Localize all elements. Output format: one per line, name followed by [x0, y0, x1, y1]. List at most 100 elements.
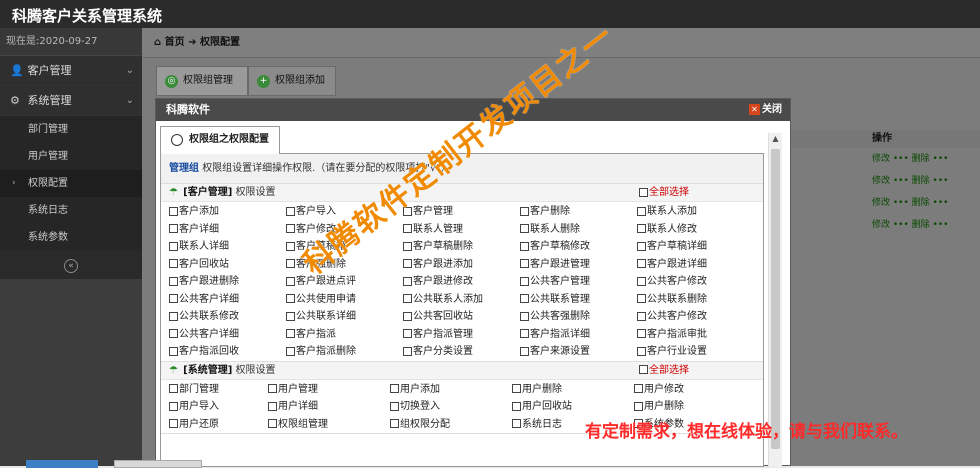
- permission-checkbox[interactable]: 用户删除: [512, 381, 634, 399]
- close-button[interactable]: ✕ 关闭: [749, 99, 782, 121]
- checkbox-box[interactable]: [403, 276, 412, 286]
- permission-checkbox[interactable]: 客户草稿修改: [520, 238, 637, 256]
- checkbox-box[interactable]: [520, 224, 529, 233]
- select-all-checkbox[interactable]: 全部选择: [639, 184, 689, 202]
- scroll-thumb[interactable]: [771, 149, 780, 449]
- checkbox-box[interactable]: [520, 276, 529, 286]
- checkbox-box[interactable]: [286, 294, 295, 303]
- checkbox-box[interactable]: [637, 294, 646, 303]
- checkbox-box[interactable]: [169, 206, 178, 216]
- sidebar-item-system-params[interactable]: 系统参数: [0, 224, 142, 251]
- checkbox-box[interactable]: [403, 241, 412, 251]
- checkbox-box[interactable]: [403, 259, 412, 268]
- tab-group-manage[interactable]: ◎ 权限组管理: [156, 66, 248, 96]
- checkbox-box[interactable]: [390, 419, 399, 428]
- checkbox-box[interactable]: [637, 276, 646, 286]
- checkbox-box[interactable]: [403, 311, 412, 321]
- sidebar-item-users[interactable]: 用户管理: [0, 143, 142, 170]
- permission-checkbox[interactable]: 公共联系修改: [169, 308, 286, 326]
- row-actions[interactable]: 修改 ••• 删除 •••: [872, 154, 948, 164]
- checkbox-box[interactable]: [169, 401, 178, 411]
- checkbox-box[interactable]: [169, 224, 178, 233]
- permission-checkbox[interactable]: 权限组管理: [268, 416, 390, 434]
- checkbox-box[interactable]: [520, 294, 529, 303]
- checkbox-box[interactable]: [286, 206, 295, 216]
- checkbox-box[interactable]: [637, 329, 646, 338]
- checkbox-box[interactable]: [268, 419, 277, 428]
- permission-checkbox[interactable]: 公共客户修改: [637, 308, 754, 326]
- sidebar-item-system-log[interactable]: 系统日志: [0, 197, 142, 224]
- permission-checkbox[interactable]: 客户草稿详细: [637, 238, 754, 256]
- checkbox-box[interactable]: [403, 329, 412, 338]
- breadcrumb-home[interactable]: 首页: [165, 37, 185, 48]
- tab-permission-config[interactable]: 权限组之权限配置: [160, 126, 280, 154]
- checkbox-box[interactable]: [286, 276, 295, 286]
- row-actions[interactable]: 修改 ••• 删除 •••: [872, 176, 948, 186]
- permission-checkbox[interactable]: 客户跟进管理: [520, 256, 637, 274]
- permission-checkbox[interactable]: 联系人删除: [520, 221, 637, 239]
- permission-checkbox[interactable]: 用户回收站: [512, 398, 634, 416]
- permission-checkbox[interactable]: 客户回收站: [169, 256, 286, 274]
- checkbox-box[interactable]: [520, 241, 529, 251]
- checkbox-box[interactable]: [169, 276, 178, 286]
- row-actions[interactable]: 修改 ••• 删除 •••: [872, 198, 948, 208]
- permission-checkbox[interactable]: 用户管理: [268, 381, 390, 399]
- checkbox-box[interactable]: [637, 346, 646, 356]
- permission-checkbox[interactable]: 客户跟进添加: [403, 256, 520, 274]
- checkbox-box[interactable]: [520, 206, 529, 216]
- checkbox-box[interactable]: [268, 384, 277, 393]
- cancel-button[interactable]: [114, 460, 202, 468]
- sidebar-item-permissions[interactable]: › 权限配置: [0, 170, 142, 197]
- row-actions[interactable]: 修改 ••• 删除 •••: [872, 220, 948, 230]
- permission-checkbox[interactable]: 客户添加: [169, 203, 286, 221]
- save-button[interactable]: [26, 460, 98, 468]
- checkbox-box[interactable]: [169, 419, 178, 428]
- permission-checkbox[interactable]: 客户详细: [169, 221, 286, 239]
- permission-checkbox[interactable]: 客户删除: [520, 203, 637, 221]
- scroll-up-icon[interactable]: ▲: [769, 133, 782, 145]
- checkbox-box[interactable]: [286, 329, 295, 338]
- checkbox-box[interactable]: [390, 401, 399, 411]
- checkbox-box[interactable]: [639, 187, 648, 197]
- checkbox-box[interactable]: [637, 206, 646, 216]
- permission-checkbox[interactable]: 公共客户详细: [169, 326, 286, 344]
- checkbox-box[interactable]: [403, 294, 412, 303]
- checkbox-box[interactable]: [169, 329, 178, 338]
- permission-checkbox[interactable]: 联系人添加: [637, 203, 754, 221]
- checkbox-box[interactable]: [169, 384, 178, 393]
- checkbox-box[interactable]: [639, 365, 648, 374]
- permission-checkbox[interactable]: 公共客户详细: [169, 291, 286, 309]
- checkbox-box[interactable]: [634, 384, 643, 393]
- permission-checkbox[interactable]: 公共联系人添加: [403, 291, 520, 309]
- permission-checkbox[interactable]: 客户指派: [286, 326, 403, 344]
- permission-checkbox[interactable]: 客户指派详细: [520, 326, 637, 344]
- permission-checkbox[interactable]: 客户指派审批: [637, 326, 754, 344]
- permission-checkbox[interactable]: 用户还原: [169, 416, 268, 434]
- checkbox-box[interactable]: [520, 346, 529, 356]
- permission-checkbox[interactable]: 联系人修改: [637, 221, 754, 239]
- sidebar-group-customer[interactable]: 👤 客户管理 ⌄: [0, 56, 142, 86]
- sidebar-item-department[interactable]: 部门管理: [0, 116, 142, 143]
- permission-checkbox[interactable]: 公共客户管理: [520, 273, 637, 291]
- permission-checkbox[interactable]: 部门管理: [169, 381, 268, 399]
- checkbox-box[interactable]: [169, 294, 178, 303]
- permission-checkbox[interactable]: 客户分类设置: [403, 343, 520, 361]
- checkbox-box[interactable]: [268, 401, 277, 411]
- checkbox-box[interactable]: [634, 401, 643, 411]
- checkbox-box[interactable]: [169, 311, 178, 321]
- checkbox-box[interactable]: [286, 311, 295, 321]
- checkbox-box[interactable]: [390, 384, 399, 393]
- checkbox-box[interactable]: [512, 419, 521, 428]
- permission-checkbox[interactable]: 用户添加: [390, 381, 512, 399]
- checkbox-box[interactable]: [520, 259, 529, 268]
- permission-checkbox[interactable]: 组权限分配: [390, 416, 512, 434]
- permission-checkbox[interactable]: 客户来源设置: [520, 343, 637, 361]
- checkbox-box[interactable]: [286, 346, 295, 356]
- checkbox-box[interactable]: [520, 329, 529, 338]
- select-all-checkbox[interactable]: 全部选择: [639, 362, 689, 380]
- checkbox-box[interactable]: [169, 241, 178, 251]
- permission-checkbox[interactable]: 公共联系删除: [637, 291, 754, 309]
- checkbox-box[interactable]: [169, 346, 178, 356]
- permission-checkbox[interactable]: 联系人详细: [169, 238, 286, 256]
- checkbox-box[interactable]: [403, 224, 412, 233]
